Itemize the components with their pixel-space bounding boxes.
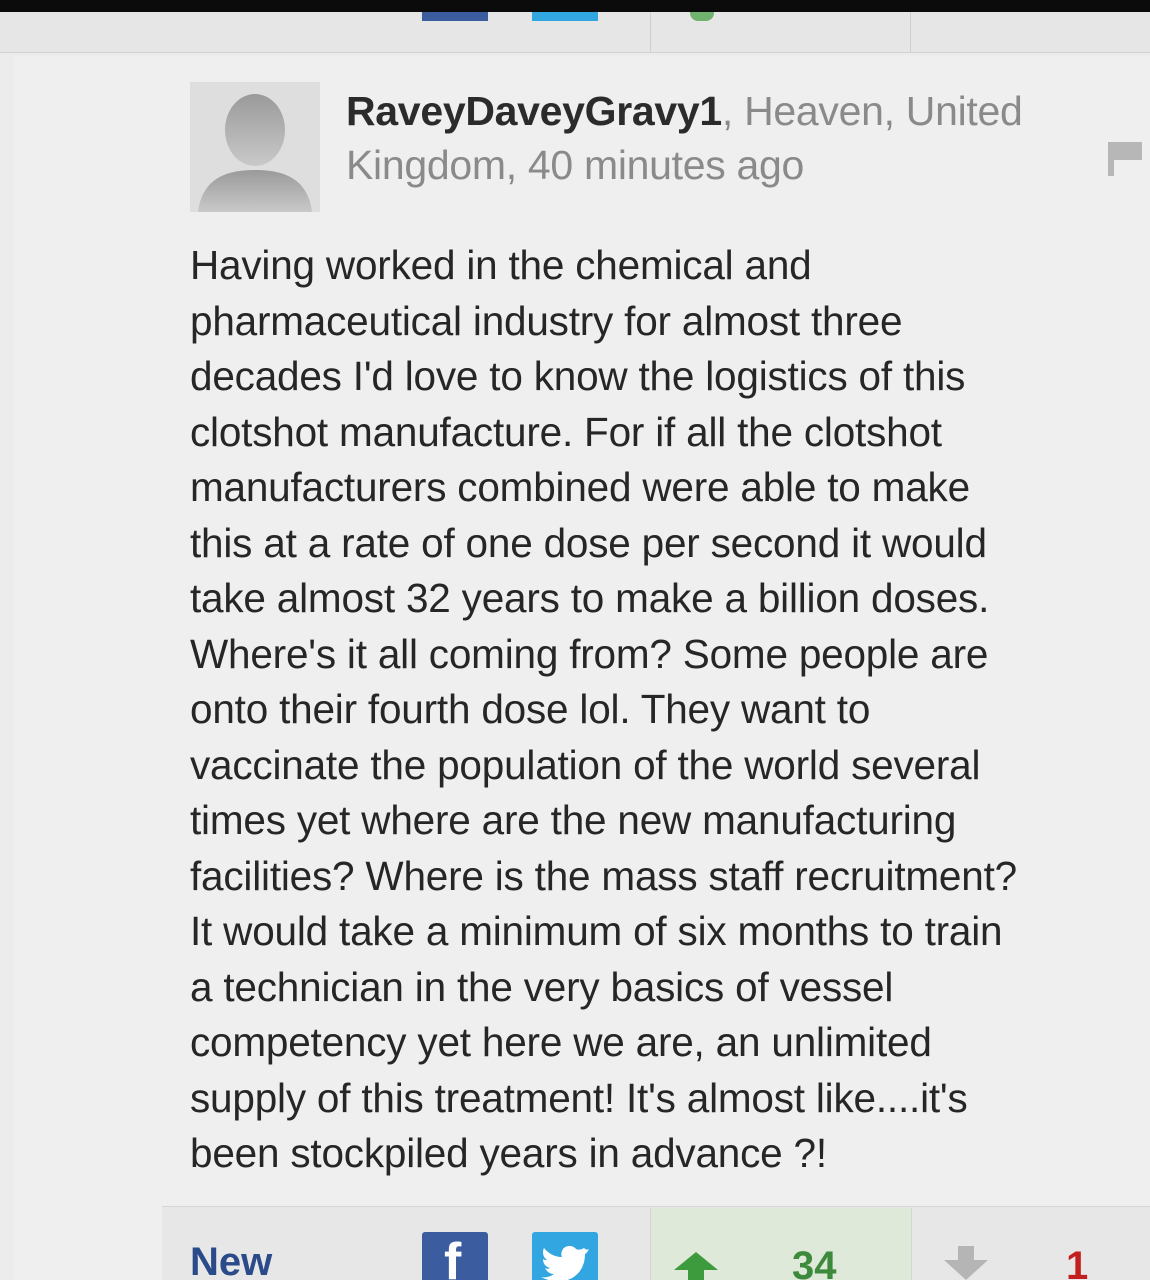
upvote-count: 34 bbox=[792, 1244, 837, 1280]
facebook-icon: f bbox=[444, 1233, 462, 1280]
facebook-share-button[interactable]: f bbox=[422, 1232, 488, 1280]
flag-icon[interactable] bbox=[1106, 140, 1146, 180]
location-text: , Heaven, United bbox=[721, 88, 1023, 134]
twitter-fragment[interactable] bbox=[532, 12, 598, 21]
twitter-icon bbox=[541, 1246, 589, 1280]
twitter-share-button[interactable] bbox=[532, 1232, 598, 1280]
divider bbox=[910, 12, 911, 52]
username-link[interactable]: RaveyDaveyGravy1 bbox=[346, 88, 722, 134]
upvote-fragment[interactable] bbox=[690, 12, 714, 21]
timestamp-text: Kingdom, 40 minutes ago bbox=[346, 142, 805, 188]
new-link[interactable]: New bbox=[190, 1240, 272, 1280]
downvote-count: 1 bbox=[1066, 1244, 1089, 1280]
arrow-up-icon[interactable] bbox=[674, 1252, 718, 1280]
previous-comment-action-bar bbox=[0, 12, 1150, 53]
comment-meta: RaveyDaveyGravy1, Heaven, United Kingdom… bbox=[346, 84, 1106, 192]
top-edge bbox=[0, 0, 1150, 12]
facebook-fragment[interactable] bbox=[422, 12, 488, 21]
default-avatar-icon[interactable] bbox=[190, 82, 320, 212]
divider bbox=[650, 12, 651, 52]
arrow-down-icon[interactable] bbox=[944, 1246, 988, 1280]
page: RaveyDaveyGravy1, Heaven, United Kingdom… bbox=[0, 0, 1150, 1280]
comment-body: Having worked in the chemical and pharma… bbox=[190, 242, 1017, 1176]
